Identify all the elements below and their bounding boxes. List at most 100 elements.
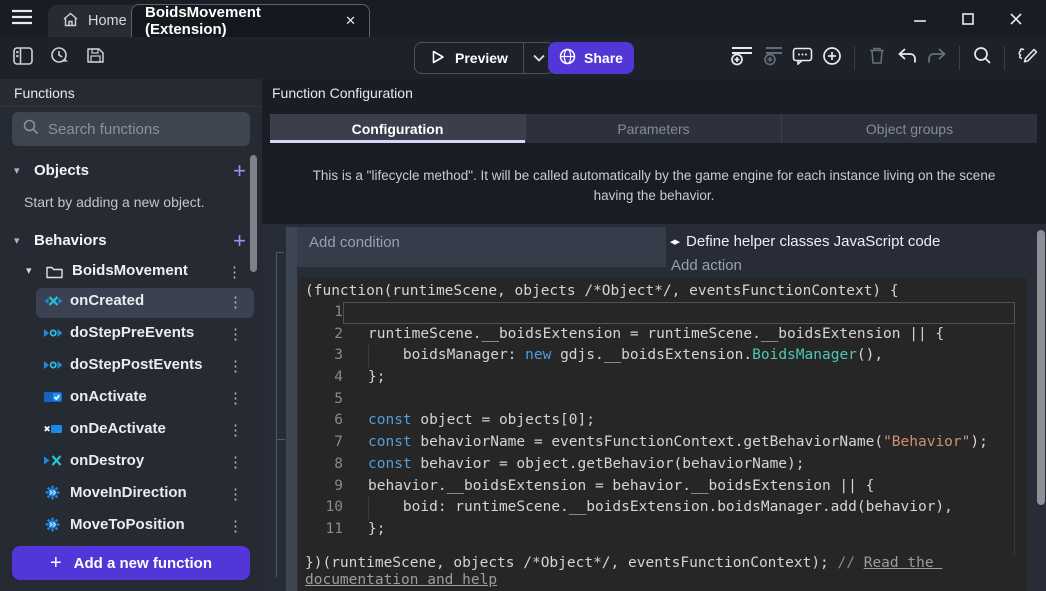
- code-text: const behavior = object.getBehavior(beha…: [343, 454, 805, 476]
- undo-button[interactable]: [894, 45, 920, 71]
- minimize-button[interactable]: [896, 0, 944, 37]
- code-comment-prefix: //: [838, 555, 864, 571]
- function-configuration-title: Function Configuration: [262, 79, 1046, 107]
- tab-boidsmovement-extension[interactable]: BoidsMovement (Extension) ✕: [131, 4, 370, 37]
- add-action-button[interactable]: Add action: [671, 257, 742, 274]
- code-line-9[interactable]: 9behavior.__boidsExtension = behavior.__…: [299, 476, 1027, 498]
- function-options-icon[interactable]: ⋮: [228, 325, 243, 343]
- function-item-moveindirection[interactable]: MoveInDirection ⋮: [36, 480, 254, 510]
- add-comment-button[interactable]: [789, 45, 815, 71]
- tab-home[interactable]: Home: [48, 5, 141, 37]
- code-line-4[interactable]: 4};: [299, 367, 1027, 389]
- function-configuration-panel: Function Configuration ConfigurationPara…: [262, 79, 1046, 591]
- search-events-button[interactable]: [969, 45, 995, 71]
- add-behavior-button[interactable]: +: [233, 228, 246, 254]
- function-item-ondeactivate[interactable]: onDeActivate ⋮: [36, 416, 254, 446]
- maximize-button[interactable]: [944, 0, 992, 37]
- chevron-down-icon[interactable]: ▾: [14, 164, 20, 177]
- function-label: MoveToPosition: [70, 516, 185, 533]
- add-object-button[interactable]: +: [233, 158, 246, 184]
- line-number: 8: [299, 454, 343, 476]
- function-options-icon[interactable]: ⋮: [228, 357, 243, 375]
- events-scrollbar[interactable]: [1037, 230, 1045, 505]
- folder-icon: [46, 265, 63, 284]
- event-drag-handle[interactable]: [286, 227, 297, 591]
- function-item-dosteppreevents[interactable]: doStepPreEvents ⋮: [36, 320, 254, 350]
- code-line-7[interactable]: 7const behaviorName = eventsFunctionCont…: [299, 432, 1027, 454]
- functions-panel-title: Functions: [0, 79, 262, 107]
- function-label: onActivate: [70, 388, 147, 405]
- code-text: };: [343, 367, 385, 389]
- function-options-icon[interactable]: ⋮: [228, 517, 243, 535]
- behavior-group-label: BoidsMovement: [72, 262, 188, 279]
- lifecycle-description-line2: having the behavior.: [262, 186, 1046, 206]
- function-options-icon[interactable]: ⋮: [228, 293, 243, 311]
- tab-parameters[interactable]: Parameters: [525, 114, 781, 143]
- function-item-ondestroy[interactable]: onDestroy ⋮: [36, 448, 254, 478]
- function-item-oncreated[interactable]: onCreated ⋮: [36, 288, 254, 318]
- event-selection-bracket: [276, 252, 284, 577]
- code-line-1[interactable]: 1: [299, 302, 1027, 324]
- js-code-event-header[interactable]: ◂▸ Define helper classes JavaScript code: [670, 233, 940, 250]
- line-number: 9: [299, 476, 343, 498]
- search-functions-field[interactable]: [12, 112, 250, 146]
- active-tab-label: BoidsMovement (Extension): [145, 4, 345, 38]
- tab-configuration[interactable]: Configuration: [270, 114, 525, 143]
- behavior-group-boidsmovement[interactable]: ▾ BoidsMovement ⋮: [0, 258, 262, 288]
- code-line-6[interactable]: 6const object = objects[0];: [299, 410, 1027, 432]
- add-new-function-button[interactable]: + Add a new function: [12, 546, 250, 580]
- gdevelop-window: Home BoidsMovement (Extension) ✕ Preview: [0, 0, 1046, 591]
- code-line-10[interactable]: 10 boid: runtimeScene.__boidsExtension.b…: [299, 497, 1027, 519]
- divider: [959, 46, 960, 70]
- close-tab-icon[interactable]: ✕: [345, 13, 356, 29]
- add-other-event-button[interactable]: [819, 45, 845, 71]
- code-line-8[interactable]: 8const behavior = object.getBehavior(beh…: [299, 454, 1027, 476]
- group-options-icon[interactable]: ⋮: [227, 263, 242, 281]
- function-options-icon[interactable]: ⋮: [228, 453, 243, 471]
- function-icon: [44, 295, 64, 311]
- home-tab-label: Home: [88, 13, 127, 29]
- function-options-icon[interactable]: ⋮: [228, 389, 243, 407]
- code-wrapper-footer: })(runtimeScene, objects /*Object*/, eve…: [299, 555, 1027, 589]
- code-line-3[interactable]: 3 boidsManager: new gdjs.__boidsExtensio…: [299, 345, 1027, 367]
- edit-extension-button[interactable]: [1014, 45, 1040, 71]
- objects-section-header[interactable]: ▾ Objects +: [0, 158, 262, 188]
- behaviors-section-header[interactable]: ▾ Behaviors +: [0, 228, 262, 258]
- divider: [854, 46, 855, 70]
- function-item-movetoposition[interactable]: MoveToPosition ⋮: [36, 512, 254, 542]
- function-item-dosteppostevents[interactable]: doStepPostEvents ⋮: [36, 352, 254, 382]
- chevron-down-icon[interactable]: ▾: [14, 234, 20, 247]
- function-item-onactivate[interactable]: onActivate ⋮: [36, 384, 254, 414]
- search-functions-input[interactable]: [48, 121, 218, 138]
- tab-object-groups[interactable]: Object groups: [781, 114, 1037, 143]
- add-subevent-button[interactable]: [759, 45, 785, 71]
- function-options-icon[interactable]: ⋮: [228, 421, 243, 439]
- close-window-button[interactable]: [992, 0, 1040, 37]
- line-number: 6: [299, 410, 343, 432]
- add-event-button[interactable]: [729, 45, 755, 71]
- function-options-icon[interactable]: ⋮: [228, 485, 243, 503]
- divider: [1004, 46, 1005, 70]
- destroy-cross-icon: [44, 454, 63, 472]
- sidebar-scrollbar[interactable]: [250, 155, 257, 272]
- share-button[interactable]: Share: [548, 42, 634, 74]
- history-button[interactable]: [46, 45, 72, 71]
- share-label: Share: [584, 50, 623, 66]
- preview-button[interactable]: Preview: [415, 43, 523, 73]
- code-line-5[interactable]: 5: [299, 389, 1027, 411]
- chevron-down-icon[interactable]: ▾: [26, 264, 32, 277]
- line-number: 7: [299, 432, 343, 454]
- code-editor[interactable]: (function(runtimeScene, objects /*Object…: [299, 278, 1027, 591]
- delete-button[interactable]: [864, 45, 890, 71]
- window-controls: [896, 0, 1040, 37]
- open-panels-button[interactable]: [10, 45, 36, 71]
- add-condition-button[interactable]: Add condition: [297, 227, 666, 267]
- function-icon: [44, 423, 64, 439]
- titlebar: Home BoidsMovement (Extension) ✕: [0, 0, 1046, 37]
- code-line-2[interactable]: 2runtimeScene.__boidsExtension = runtime…: [299, 324, 1027, 346]
- code-line-11[interactable]: 11};: [299, 519, 1027, 541]
- save-button[interactable]: [82, 45, 108, 71]
- redo-button[interactable]: [924, 45, 950, 71]
- main-menu-button[interactable]: [10, 10, 34, 28]
- function-label: onCreated: [70, 292, 144, 309]
